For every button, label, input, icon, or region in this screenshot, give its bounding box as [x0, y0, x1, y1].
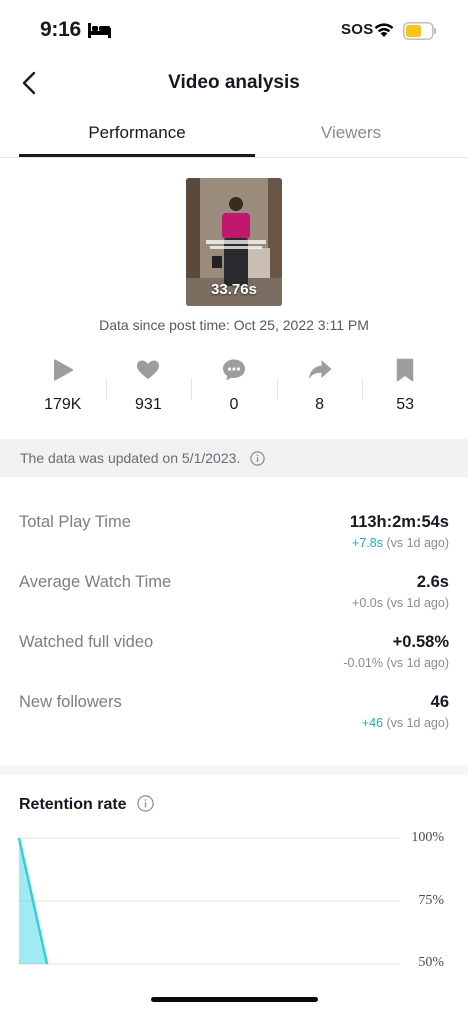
update-text: The data was updated on 5/1/2023.: [20, 450, 241, 466]
y-tick-label: 100%: [411, 830, 444, 845]
wifi-icon: [374, 23, 394, 37]
stat-comments-value: 0: [229, 396, 239, 413]
metric-change: +46 (vs 1d ago): [362, 716, 449, 730]
metric-delta: +7.8s: [352, 536, 383, 550]
y-tick-label: 50%: [418, 955, 444, 970]
metric-label: Total Play Time: [19, 513, 131, 531]
play-icon: [53, 359, 73, 381]
stats-row: 179K 931 0 8 53: [20, 350, 448, 420]
y-tick-label: 75%: [418, 893, 444, 908]
metric-label: New followers: [19, 693, 122, 711]
metric-delta-suffix: (vs 1d ago): [382, 716, 449, 730]
metric-value: 46: [430, 693, 449, 711]
metric-delta-suffix: (vs 1d ago): [382, 596, 449, 610]
bed-icon: [88, 23, 111, 38]
tab-viewers[interactable]: Viewers: [234, 112, 468, 157]
metric-value: 2.6s: [416, 573, 449, 591]
home-indicator: [151, 997, 318, 1002]
metric-change: -0.01% (vs 1d ago): [343, 656, 449, 670]
metric-delta-suffix: (vs 1d ago): [382, 656, 449, 670]
page-title: Video analysis: [168, 72, 300, 93]
section-divider: [0, 765, 468, 775]
status-time: 9:16: [40, 18, 81, 41]
active-tab-indicator: [19, 154, 255, 157]
retention-chart-svg: [17, 837, 400, 965]
metric-change: +7.8s (vs 1d ago): [352, 536, 449, 550]
stat-saves-value: 53: [396, 396, 415, 413]
retention-title: Retention rate: [19, 795, 154, 814]
bookmark-icon: [396, 358, 414, 382]
metric-total-play-time: Total Play Time 113h:2m:54s +7.8s (vs 1d…: [0, 513, 468, 573]
update-text-wrapper: The data was updated on 5/1/2023.: [20, 450, 265, 466]
metric-watched-full-video: Watched full video +0.58% -0.01% (vs 1d …: [0, 633, 468, 693]
stat-views-value: 179K: [44, 396, 82, 413]
stat-saves: 53: [362, 350, 448, 420]
nav-bar: Video analysis: [0, 60, 468, 108]
retention-chart: 100% 75% 50%: [0, 828, 468, 978]
metric-average-watch-time: Average Watch Time 2.6s +0.0s (vs 1d ago…: [0, 573, 468, 633]
share-icon: [308, 360, 332, 379]
battery-icon: [403, 22, 436, 40]
info-icon[interactable]: [137, 795, 154, 812]
tab-bar: Performance Viewers: [0, 112, 468, 158]
retention-title-text: Retention rate: [19, 796, 127, 813]
tab-performance[interactable]: Performance: [19, 112, 255, 157]
metric-change: +0.0s (vs 1d ago): [352, 596, 449, 610]
stat-likes: 931: [105, 350, 192, 420]
metric-new-followers: New followers 46 +46 (vs 1d ago): [0, 693, 468, 753]
stat-views: 179K: [20, 350, 106, 420]
video-thumbnail[interactable]: 33.76s: [186, 178, 282, 306]
metric-label: Watched full video: [19, 633, 154, 651]
stat-shares-value: 8: [315, 396, 325, 413]
stat-likes-value: 931: [135, 396, 162, 413]
post-time-text: Data since post time: Oct 25, 2022 3:11 …: [99, 317, 369, 333]
heart-icon: [137, 360, 160, 379]
sos-indicator: SOS: [341, 21, 374, 38]
comment-icon: [222, 359, 245, 381]
video-duration: 33.76s: [211, 281, 257, 298]
metric-delta-suffix: (vs 1d ago): [382, 536, 449, 550]
metric-label: Average Watch Time: [19, 573, 172, 591]
metric-delta: +0.0s: [352, 596, 383, 610]
metric-delta: +46: [361, 716, 383, 730]
stat-comments: 0: [191, 350, 277, 420]
stat-shares: 8: [276, 350, 363, 420]
metric-delta: -0.01%: [343, 656, 383, 670]
metric-value: +0.58%: [392, 633, 449, 651]
info-icon[interactable]: [250, 451, 265, 466]
metric-value: 113h:2m:54s: [349, 513, 449, 531]
status-bar: 9:16 SOS: [0, 0, 468, 60]
update-banner: The data was updated on 5/1/2023.: [0, 439, 468, 477]
